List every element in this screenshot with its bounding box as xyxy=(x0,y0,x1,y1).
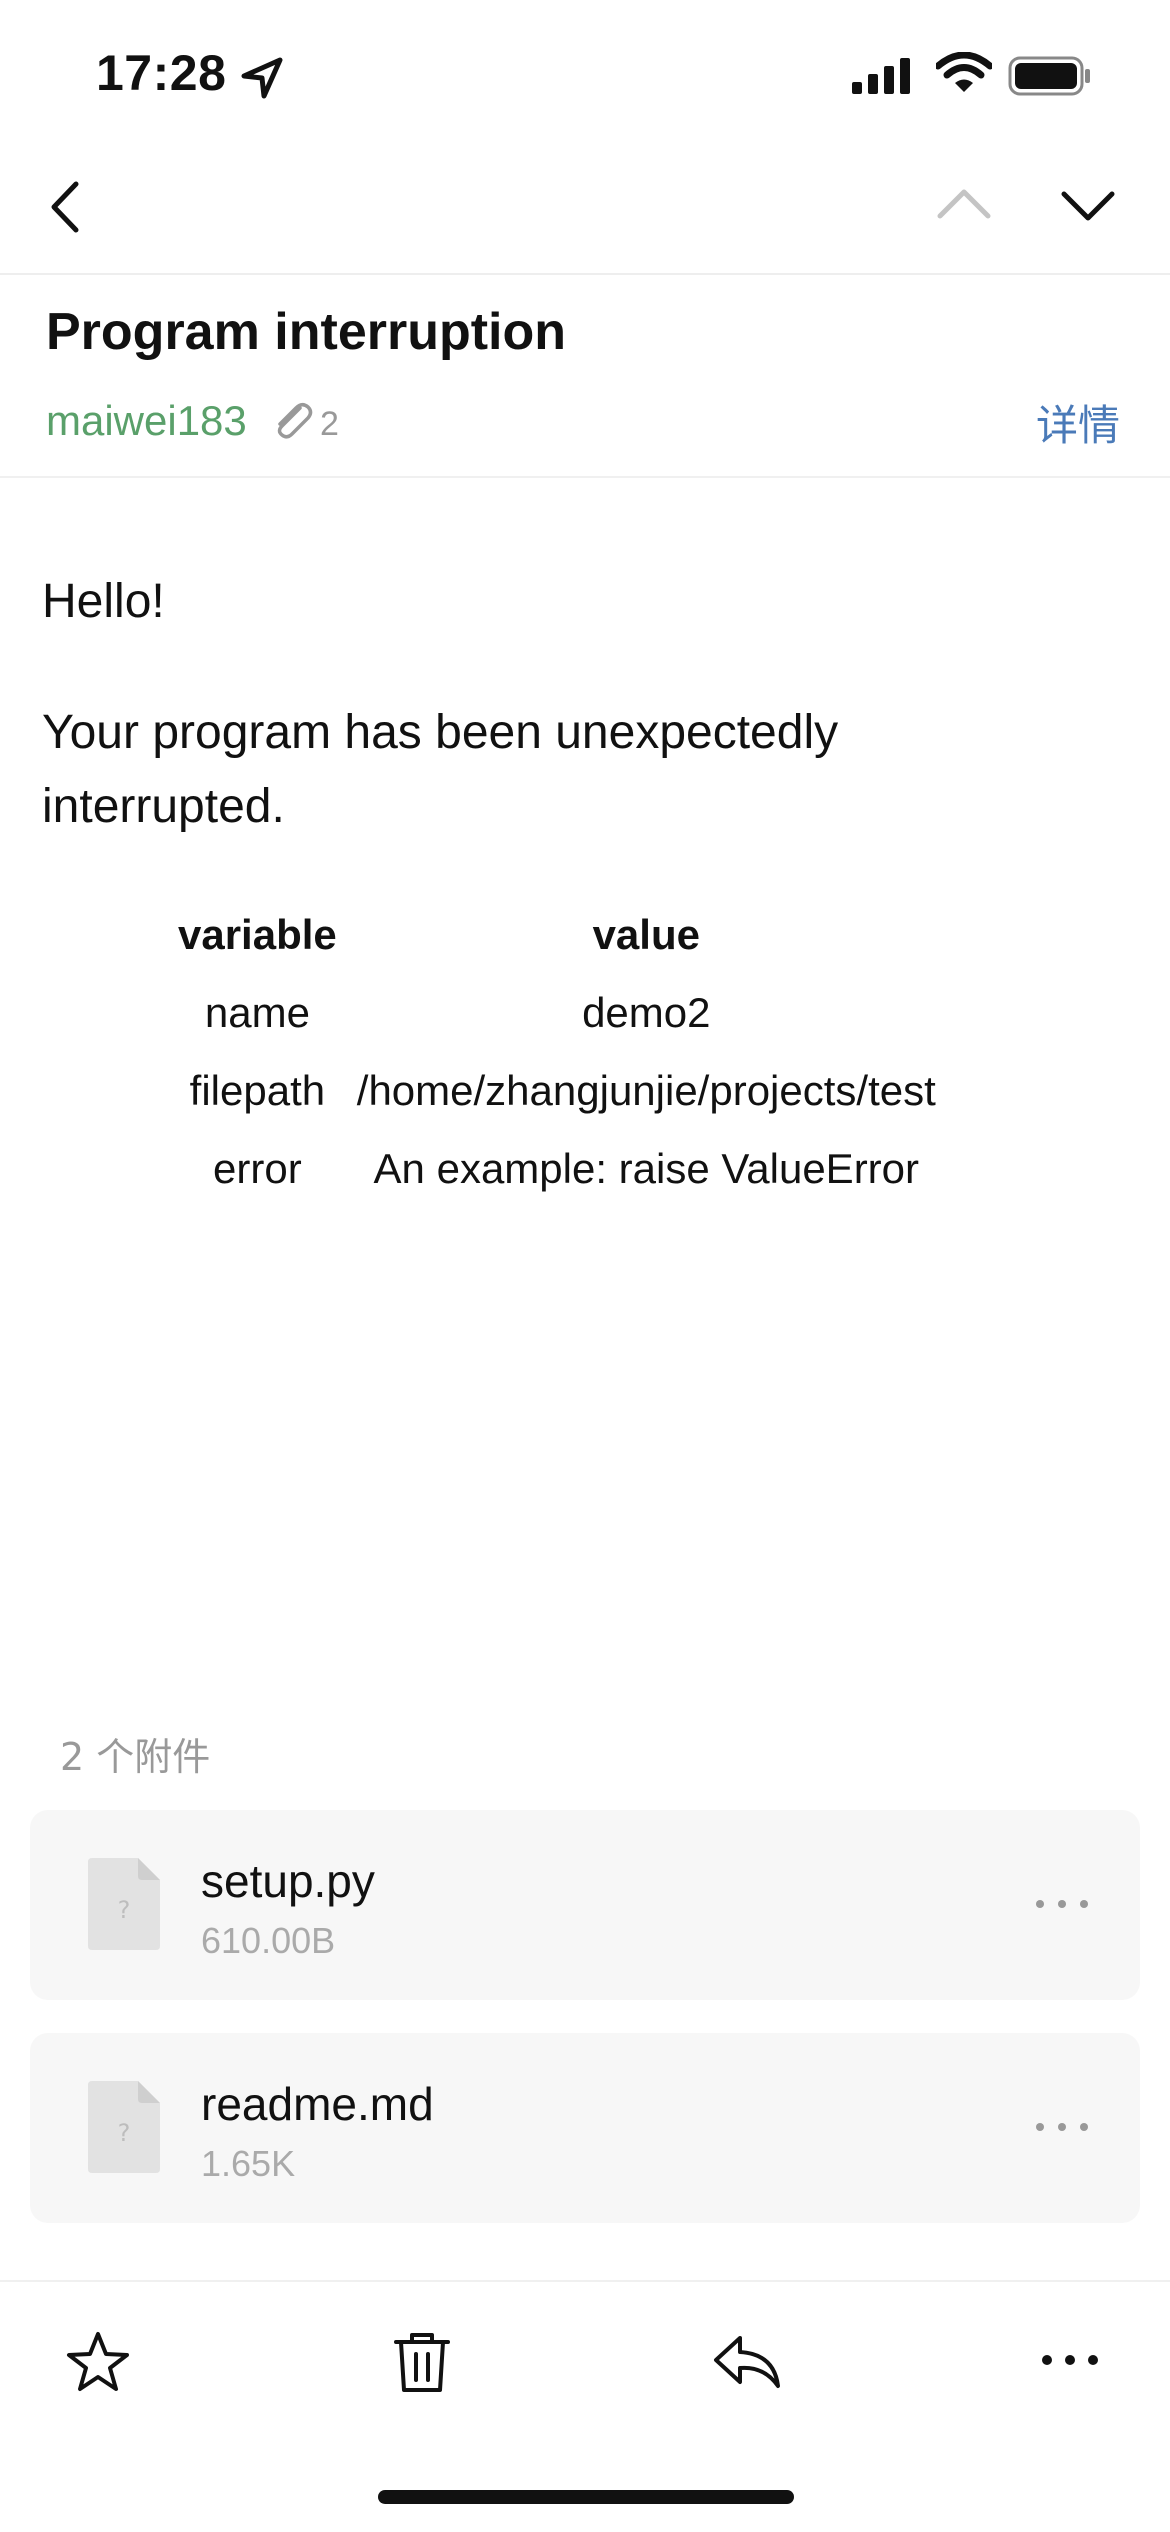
nav-bar xyxy=(0,150,1170,275)
trash-icon[interactable] xyxy=(392,2330,452,2394)
table-header-value: value xyxy=(592,911,700,958)
toolbar-divider xyxy=(0,2280,1170,2282)
paperclip-icon xyxy=(277,403,313,439)
next-email-button[interactable] xyxy=(1058,180,1118,230)
table-cell-variable: name xyxy=(204,989,310,1036)
variables-table: variable value name demo2 filepath /home… xyxy=(168,896,946,1208)
table-row: name demo2 xyxy=(168,974,946,1052)
attachment-size: 1.65K xyxy=(201,2143,296,2184)
status-time: 17:28 xyxy=(96,45,227,101)
unknown-file-icon: ? xyxy=(88,1858,160,1950)
attachment-count: 2 xyxy=(320,405,339,443)
status-bar: 17:28 xyxy=(0,0,1170,150)
reply-icon[interactable] xyxy=(712,2330,782,2394)
table-header-row: variable value xyxy=(168,896,946,974)
attachment-indicator: 2 xyxy=(270,400,339,443)
home-indicator xyxy=(378,2490,794,2504)
cellular-signal-icon xyxy=(852,58,910,94)
previous-email-button[interactable] xyxy=(934,180,994,230)
attachment-name: setup.py xyxy=(201,1855,375,1907)
attachments-header: 2 个附件 xyxy=(60,1735,211,1779)
table-cell-value: An example: raise ValueError xyxy=(373,1145,920,1192)
table-cell-variable: error xyxy=(213,1145,302,1192)
attachment-item[interactable]: ? readme.md 1.65K xyxy=(30,2033,1140,2223)
attachment-item[interactable]: ? setup.py 610.00B xyxy=(30,1810,1140,2000)
table-cell-value: demo2 xyxy=(582,989,711,1036)
table-cell-variable: filepath xyxy=(189,1067,326,1114)
battery-icon xyxy=(1008,56,1090,96)
attachment-name: readme.md xyxy=(201,2078,434,2130)
wifi-icon xyxy=(936,52,992,92)
svg-text:?: ? xyxy=(118,1896,131,1924)
email-subject: Program interruption xyxy=(46,303,567,361)
attachment-more-button[interactable] xyxy=(1034,1896,1090,1912)
location-arrow-icon xyxy=(241,57,283,99)
attachment-size: 610.00B xyxy=(201,1920,336,1961)
email-greeting: Hello! xyxy=(42,575,165,628)
more-icon[interactable] xyxy=(1040,2352,1100,2368)
table-cell-value: /home/zhangjunjie/projects/test xyxy=(356,1067,936,1114)
header-divider xyxy=(0,476,1170,478)
svg-text:?: ? xyxy=(118,2119,131,2147)
email-detail-screen: 17:28 Program interruption maiwei183 2 详… xyxy=(0,0,1170,2532)
star-icon[interactable] xyxy=(66,2330,130,2394)
back-button[interactable] xyxy=(40,174,90,240)
table-row: error An example: raise ValueError xyxy=(168,1130,946,1208)
details-link[interactable]: 详情 xyxy=(1036,392,1120,453)
attachment-more-button[interactable] xyxy=(1034,2119,1090,2135)
unknown-file-icon: ? xyxy=(88,2081,160,2173)
table-header-variable: variable xyxy=(178,911,337,958)
sender-name[interactable]: maiwei183 xyxy=(46,397,247,445)
table-row: filepath /home/zhangjunjie/projects/test xyxy=(168,1052,946,1130)
email-paragraph: Your program has been unexpectedly inter… xyxy=(42,706,839,833)
